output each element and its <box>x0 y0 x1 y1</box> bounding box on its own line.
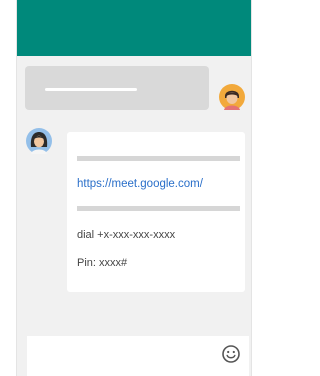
message-compose-field[interactable] <box>27 336 249 376</box>
message-placeholder-line <box>77 206 240 211</box>
contact-avatar-icon <box>26 128 52 154</box>
message-placeholder-line <box>77 156 240 161</box>
meeting-pin: Pin: xxxx# <box>77 257 128 269</box>
incoming-message-card: https://meet.google.com/ dial +x-xxx-xxx… <box>67 132 245 292</box>
user-avatar-icon <box>219 84 245 110</box>
meet-link[interactable]: https://meet.google.com/ <box>77 178 203 190</box>
outgoing-message-bubble[interactable] <box>25 66 209 110</box>
dial-in-number: dial +x-xxx-xxx-xxxx <box>77 229 176 241</box>
chat-screen: https://meet.google.com/ dial +x-xxx-xxx… <box>16 0 252 376</box>
app-bar <box>17 0 251 56</box>
emoji-icon[interactable] <box>221 344 241 364</box>
message-placeholder-line <box>45 88 137 91</box>
